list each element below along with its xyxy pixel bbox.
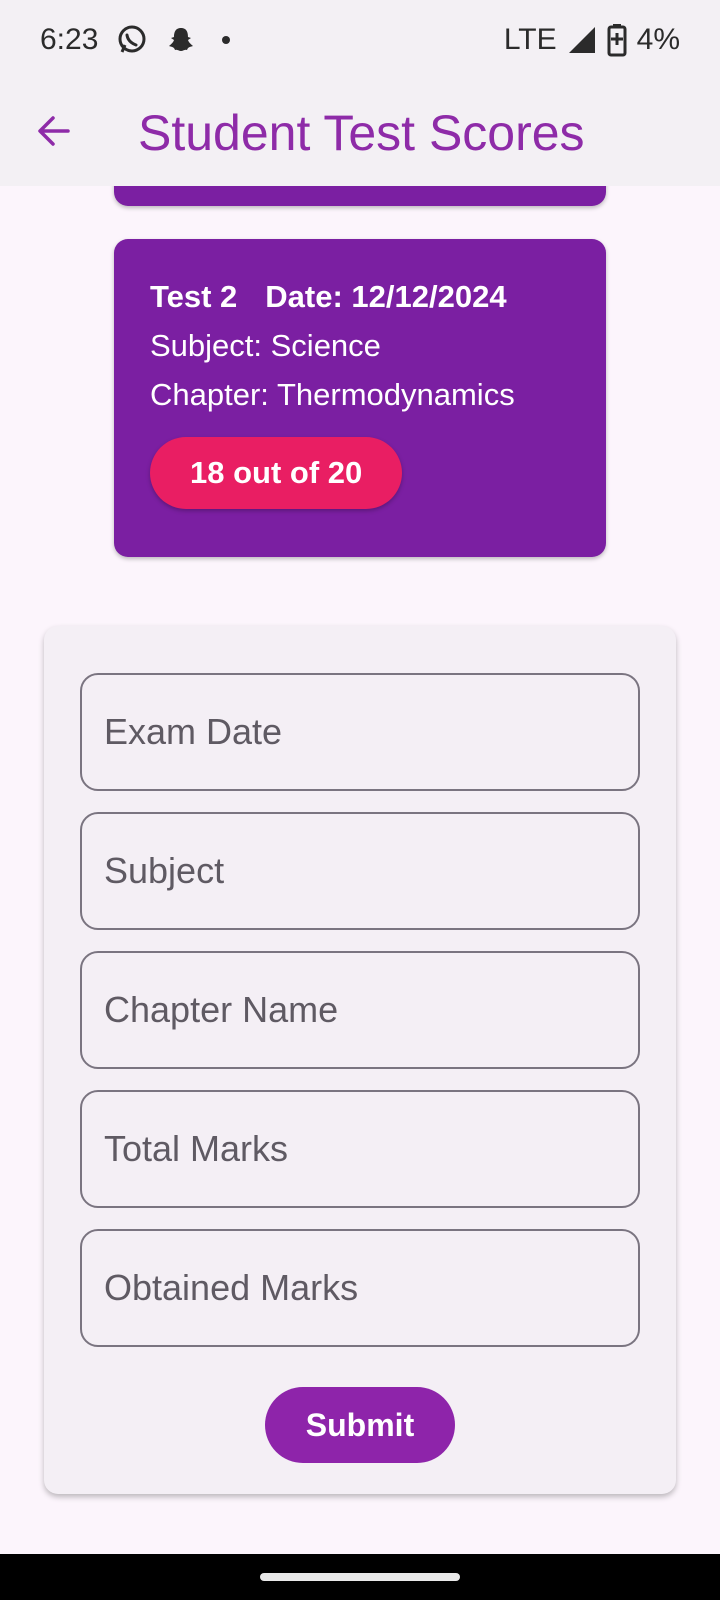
add-score-form: Submit	[44, 626, 676, 1494]
status-time: 6:23	[40, 23, 99, 56]
score-card[interactable]: Test 2 Date: 12/12/2024 Subject: Science …	[114, 239, 606, 557]
arrow-back-icon	[36, 113, 72, 154]
status-left: 6:23	[40, 23, 231, 57]
app-bar: Student Test Scores	[0, 80, 720, 186]
subject-field[interactable]	[80, 812, 640, 930]
total-marks-field[interactable]	[80, 1090, 640, 1208]
navigation-bar	[0, 1554, 720, 1600]
back-button[interactable]	[26, 105, 82, 161]
whatsapp-icon	[116, 24, 148, 56]
score-card-partial[interactable]	[114, 186, 606, 206]
page-title: Student Test Scores	[138, 105, 585, 161]
status-bar: 6:23 LTE 4%	[0, 0, 720, 80]
status-right: LTE 4%	[504, 23, 680, 57]
submit-button[interactable]: Submit	[265, 1387, 455, 1463]
network-type: LTE	[503, 23, 557, 56]
battery-percent: 4%	[636, 23, 680, 56]
scroll-content[interactable]: Test 2 Date: 12/12/2024 Subject: Science …	[0, 186, 720, 1554]
obtained-marks-field[interactable]	[80, 1229, 640, 1347]
snapchat-icon	[166, 25, 196, 55]
score-card-header: Test 2 Date: 12/12/2024	[150, 279, 570, 315]
home-gesture-handle[interactable]	[260, 1573, 460, 1581]
exam-date-field[interactable]	[80, 673, 640, 791]
score-badge: 18 out of 20	[150, 437, 403, 509]
signal-icon	[567, 25, 597, 55]
test-name: Test 2	[150, 279, 238, 314]
test-date: Date: 12/12/2024	[265, 279, 507, 314]
chapter-name-field[interactable]	[80, 951, 640, 1069]
test-chapter: Chapter: Thermodynamics	[150, 377, 515, 412]
notification-dot-icon	[222, 36, 231, 44]
test-subject: Subject: Science	[150, 328, 381, 363]
battery-icon	[607, 23, 627, 57]
